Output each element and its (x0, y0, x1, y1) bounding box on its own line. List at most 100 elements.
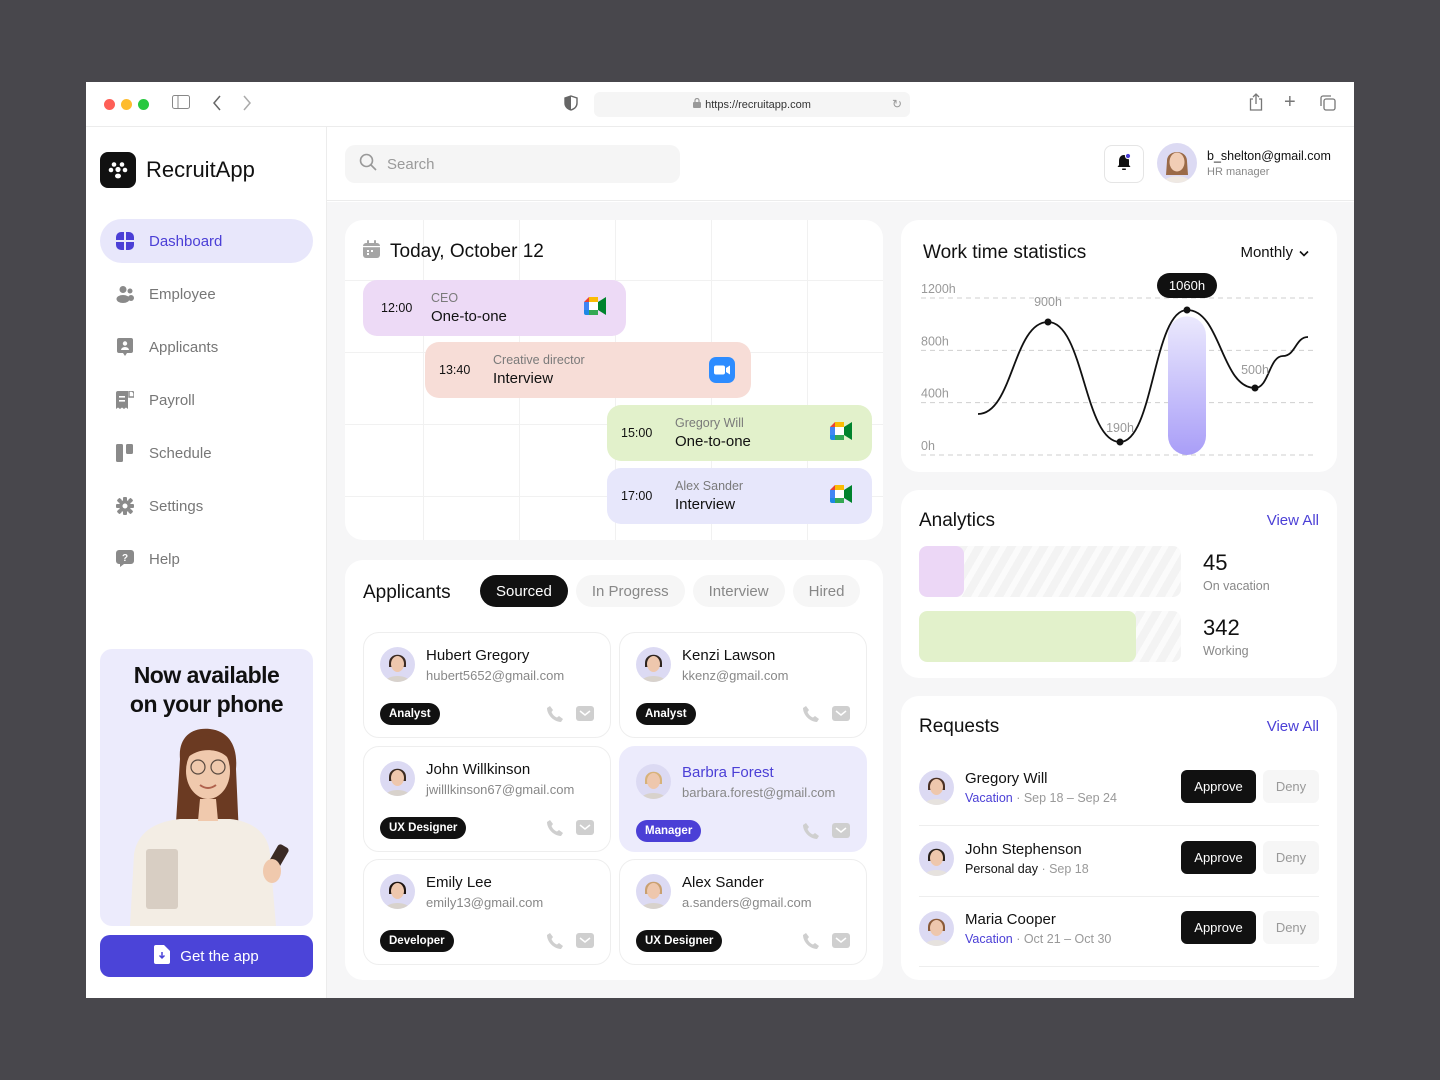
notifications-button[interactable] (1104, 145, 1144, 183)
applicant-card[interactable]: Hubert Gregory hubert5652@gmail.com Analys… (363, 632, 611, 738)
share-icon[interactable] (1249, 93, 1263, 116)
phone-icon[interactable] (802, 822, 820, 845)
close-window-button[interactable] (104, 99, 115, 110)
tabs-overview-icon[interactable] (1320, 95, 1336, 116)
analytics-view-all-link[interactable]: View All (1267, 512, 1319, 529)
user-email: b_shelton@gmail.com (1207, 148, 1331, 163)
phone-icon[interactable] (546, 819, 564, 842)
deny-button[interactable]: Deny (1263, 770, 1319, 803)
requests-view-all-link[interactable]: View All (1267, 718, 1319, 735)
phone-icon[interactable] (802, 705, 820, 728)
google-meet-icon[interactable] (830, 422, 852, 445)
address-bar[interactable]: https://recruitapp.com ↻ (594, 92, 910, 117)
applicant-card[interactable]: Barbra Forest barbara.forest@gmail.com Man… (619, 746, 867, 852)
request-dates: Sep 18 (1049, 861, 1089, 876)
applicant-name: Emily Lee (426, 874, 492, 891)
mail-icon[interactable] (832, 933, 850, 953)
sidebar-item-schedule[interactable]: Schedule (100, 431, 313, 475)
minimize-window-button[interactable] (121, 99, 132, 110)
reload-icon[interactable]: ↻ (892, 97, 902, 111)
value-tooltip-label: 1060h (1169, 278, 1205, 293)
phone-icon[interactable] (546, 705, 564, 728)
search-box[interactable] (345, 145, 680, 183)
applicant-name: Barbra Forest (682, 764, 774, 781)
search-input[interactable] (387, 155, 667, 173)
bell-icon (1116, 152, 1132, 176)
gear-icon (115, 496, 135, 516)
sidebar-item-employee[interactable]: Employee (100, 272, 313, 316)
applicant-card[interactable]: Alex Sander a.sanders@gmail.com UX Designe… (619, 859, 867, 965)
calendar-event[interactable]: 13:40 Creative director Interview (425, 342, 751, 398)
deny-button[interactable]: Deny (1263, 840, 1319, 874)
window-controls (104, 99, 149, 110)
applicants-tabs: Sourced In Progress Interview Hired (480, 575, 861, 607)
data-point (1044, 318, 1052, 326)
sidebar-item-help[interactable]: ? Help (100, 537, 313, 581)
user-profile[interactable]: b_shelton@gmail.com HR manager (1157, 143, 1331, 183)
user-avatar[interactable] (1157, 143, 1197, 183)
applicants-card: Applicants Sourced In Progress Interview… (345, 560, 883, 980)
deny-button[interactable]: Deny (1263, 911, 1319, 944)
mail-icon[interactable] (576, 820, 594, 840)
calendar-event[interactable]: 17:00 Alex Sander Interview (607, 468, 872, 524)
svg-text:?: ? (122, 553, 128, 564)
tab-sourced[interactable]: Sourced (480, 575, 568, 607)
approve-button[interactable]: Approve (1181, 911, 1256, 944)
tab-hired[interactable]: Hired (792, 575, 861, 607)
calendar-event[interactable]: 15:00 Gregory Will One-to-one (607, 405, 872, 461)
get-the-app-button[interactable]: Get the app (100, 935, 313, 977)
applicant-avatar (636, 647, 671, 682)
mail-icon[interactable] (832, 823, 850, 843)
forward-icon[interactable] (242, 95, 252, 116)
app-logo[interactable]: RecruitApp (100, 152, 255, 188)
approve-button[interactable]: Approve (1181, 770, 1256, 803)
request-row: Maria Cooper Vacation · Oct 21 – Oct 30 Ap… (919, 897, 1319, 967)
new-tab-icon[interactable]: + (1284, 92, 1296, 112)
get-the-app-label: Get the app (180, 947, 259, 965)
zoom-video-icon[interactable] (709, 357, 735, 388)
shield-icon[interactable] (564, 95, 578, 116)
schedule-date: Today, October 12 (390, 241, 544, 262)
back-icon[interactable] (212, 95, 222, 116)
applicant-avatar (380, 874, 415, 909)
sidebar-item-label: Help (149, 550, 180, 568)
google-meet-icon[interactable] (830, 485, 852, 508)
tab-in-progress[interactable]: In Progress (575, 575, 685, 607)
sidebar-item-settings[interactable]: Settings (100, 484, 313, 528)
maximize-window-button[interactable] (138, 99, 149, 110)
request-type: Vacation (965, 932, 1013, 946)
applicant-card[interactable]: John Willkinson jwilllkinson67@gmail.com U… (363, 746, 611, 852)
vacation-label: On vacation (1203, 579, 1270, 593)
working-bar (919, 611, 1181, 662)
sidebar-item-payroll[interactable]: Payroll (100, 378, 313, 422)
applicant-card[interactable]: Emily Lee emily13@gmail.com Developer (363, 859, 611, 965)
event-title: Interview (675, 496, 736, 513)
app-name: RecruitApp (146, 157, 255, 182)
phone-icon[interactable] (546, 932, 564, 955)
event-time: 13:40 (439, 363, 471, 377)
receipt-icon (115, 390, 135, 410)
users-icon (115, 284, 135, 304)
applicant-email: emily13@gmail.com (426, 895, 544, 910)
grid-line (423, 220, 424, 540)
analytics-card: Analytics View All 45 On vacation 342 Wo… (901, 490, 1337, 678)
sidebar-nav: Dashboard Employee Applicants Payroll Sc… (100, 219, 313, 590)
phone-icon[interactable] (802, 932, 820, 955)
requester-name: Maria Cooper (965, 911, 1056, 928)
applicant-card[interactable]: Kenzi Lawson kkenz@gmail.com Analyst (619, 632, 867, 738)
approve-button[interactable]: Approve (1181, 840, 1256, 874)
mail-icon[interactable] (576, 933, 594, 953)
sidebar-toggle-icon[interactable] (172, 95, 190, 114)
sidebar-item-dashboard[interactable]: Dashboard (100, 219, 313, 263)
calendar-icon (363, 240, 380, 264)
mail-icon[interactable] (832, 706, 850, 726)
mail-icon[interactable] (576, 706, 594, 726)
applicant-avatar (380, 647, 415, 682)
calendar-event[interactable]: 12:00 CEO One-to-one (363, 280, 626, 336)
applicant-role-badge: Analyst (380, 703, 440, 725)
sidebar-item-applicants[interactable]: Applicants (100, 325, 313, 369)
tab-interview[interactable]: Interview (692, 575, 785, 607)
requester-avatar (919, 911, 954, 946)
google-meet-icon[interactable] (584, 297, 606, 320)
applicant-avatar (636, 764, 671, 799)
